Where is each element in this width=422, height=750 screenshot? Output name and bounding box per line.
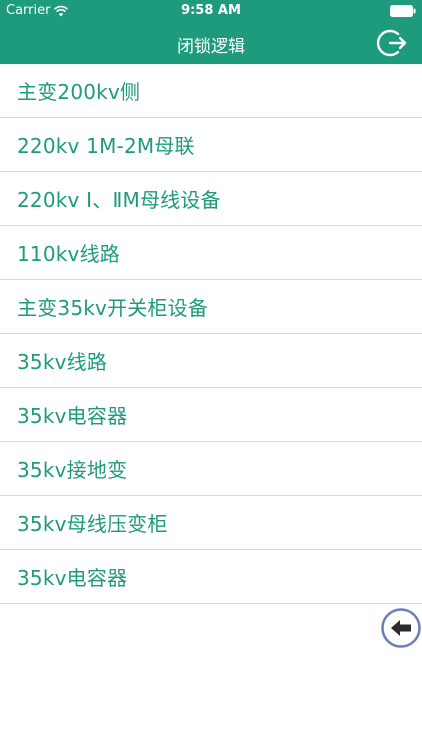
list-item-label: 35kv母线压变柜 [17,512,168,536]
list-item-label: 220kv 1M-2M母联 [17,134,195,158]
list-item[interactable]: 35kv接地变 [0,442,422,496]
nav-bar: 闭锁逻辑 [0,22,422,64]
list-item-label: 220kv Ⅰ、ⅡM母线设备 [17,188,221,212]
battery-icon [390,5,416,17]
list-item[interactable]: 35kv母线压变柜 [0,496,422,550]
logout-icon [376,29,407,57]
back-arrow-icon [381,608,421,648]
app-header: Carrier 9:58 AM 闭锁逻辑 [0,0,422,64]
list-item-label: 35kv线路 [17,350,108,374]
list-item[interactable]: 220kv Ⅰ、ⅡM母线设备 [0,172,422,226]
list-item[interactable]: 35kv线路 [0,334,422,388]
list-item-label: 35kv接地变 [17,458,128,482]
back-button[interactable] [381,608,421,648]
list-item[interactable]: 110kv线路 [0,226,422,280]
list-item-label: 35kv电容器 [17,566,128,590]
page-title: 闭锁逻辑 [177,37,245,57]
list-item[interactable]: 主变200kv侧 [0,64,422,118]
list-item[interactable]: 220kv 1M-2M母联 [0,118,422,172]
list-item-label: 35kv电容器 [17,404,128,428]
logout-button[interactable] [376,26,410,60]
screen: Carrier 9:58 AM 闭锁逻辑 主变200kv侧 220kv 1M-2… [0,0,422,750]
status-time: 9:58 AM [181,3,241,18]
list-item[interactable]: 35kv电容器 [0,550,422,604]
list-item[interactable]: 主变35kv开关柜设备 [0,280,422,334]
status-bar: Carrier 9:58 AM [0,0,422,22]
list-item-label: 110kv线路 [17,242,120,266]
list-item-label: 主变200kv侧 [17,80,141,104]
list-item[interactable]: 35kv电容器 [0,388,422,442]
lock-logic-list: 主变200kv侧 220kv 1M-2M母联 220kv Ⅰ、ⅡM母线设备 11… [0,64,422,604]
list-item-label: 主变35kv开关柜设备 [17,296,209,320]
